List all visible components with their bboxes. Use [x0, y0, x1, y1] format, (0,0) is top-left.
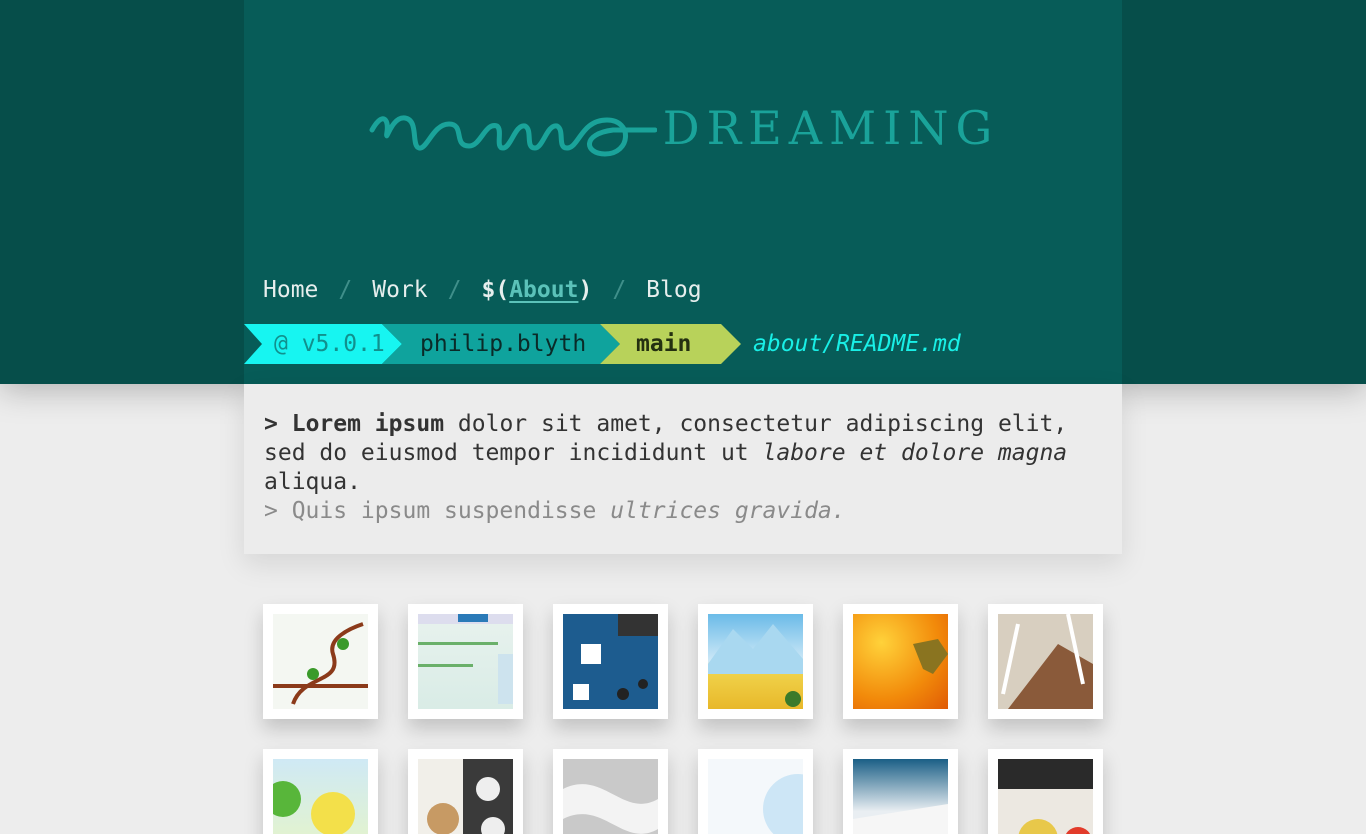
nav-about-suffix: ) [578, 277, 593, 303]
gallery-thumb[interactable] [698, 749, 813, 834]
gallery-thumb[interactable] [843, 749, 958, 834]
blue-diagram-icon [563, 614, 658, 709]
gallery-thumb[interactable] [408, 749, 523, 834]
gallery-thumb[interactable] [553, 749, 668, 834]
intro-line-2-text: > Quis ipsum suspendisse [264, 498, 597, 524]
site-logo[interactable]: DREAMING [244, 80, 1122, 170]
nav-separator: / [612, 277, 627, 303]
grey-ribbon-icon [563, 759, 658, 834]
logo-word: DREAMING [662, 101, 1000, 155]
nav-about[interactable]: About [509, 277, 578, 303]
nav-about-prefix: $( [481, 277, 510, 303]
nav-work[interactable]: Work [372, 277, 427, 303]
teddy-bear-pattern-icon [418, 759, 513, 834]
header-panel: DREAMING Home / Work / $(About) / Blog @… [244, 0, 1122, 384]
nav-separator: / [338, 277, 353, 303]
building-photo-icon [998, 614, 1093, 709]
intro-bold: Lorem ipsum [291, 411, 445, 437]
gallery-thumb[interactable] [408, 604, 523, 719]
gallery-thumb[interactable] [988, 749, 1103, 834]
gallery-thumb[interactable] [698, 604, 813, 719]
intro-end: aliqua. [264, 469, 361, 495]
intro-line-2-italic: ultrices gravida. [610, 498, 846, 524]
prompt-version: @ v5.0.1 [244, 324, 402, 364]
gallery-thumb[interactable] [553, 604, 668, 719]
gallery-thumb[interactable] [263, 604, 378, 719]
prompt-user: philip.blyth [382, 324, 620, 364]
work-gallery [263, 604, 1103, 834]
nav-separator: / [447, 277, 462, 303]
gallery-thumb[interactable] [843, 604, 958, 719]
logo-script-icon [369, 115, 657, 157]
nav-about-current: $(About) [482, 277, 593, 303]
intro-card: > Lorem ipsum dolor sit amet, consectetu… [244, 384, 1122, 554]
shell-prompt: @ v5.0.1 philip.blyth main about/README.… [244, 324, 961, 364]
nav-blog[interactable]: Blog [646, 277, 701, 303]
nav-home[interactable]: Home [263, 277, 318, 303]
main-nav: Home / Work / $(About) / Blog [263, 272, 702, 308]
intro-line-1: > Lorem ipsum dolor sit amet, consectetu… [264, 410, 1102, 497]
prompt-path: about/README.md [753, 331, 961, 357]
prompt-branch: main [600, 324, 741, 364]
business-cards-icon [853, 759, 948, 834]
orange-abstract-icon [853, 614, 948, 709]
vine-illustration-icon [273, 614, 368, 709]
blue-white-shape-icon [708, 759, 803, 834]
gallery-thumb[interactable] [263, 749, 378, 834]
typography-plate-icon [998, 759, 1093, 834]
mountain-landscape-icon [708, 614, 803, 709]
yellow-bird-icon [273, 759, 368, 834]
intro-line-2: > Quis ipsum suspendisse ultrices gravid… [264, 497, 1102, 526]
intro-marker: > [264, 411, 278, 437]
intro-italic: labore et dolore magna [762, 440, 1068, 466]
gallery-thumb[interactable] [988, 604, 1103, 719]
website-screenshot-icon [418, 614, 513, 709]
